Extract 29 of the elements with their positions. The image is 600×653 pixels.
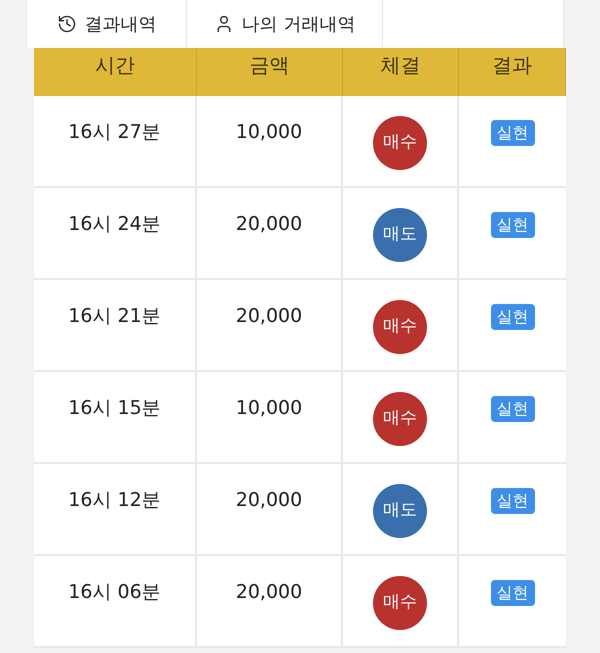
- column-header: 금액: [197, 48, 343, 96]
- table-cell: 20,000: [197, 280, 343, 370]
- table-cell: 20,000: [197, 464, 343, 554]
- table-cell: 10,000: [197, 96, 343, 186]
- result-badge: 실현: [490, 304, 534, 330]
- result-badge: 실현: [490, 212, 534, 238]
- table-cell: 16시 15분: [34, 372, 197, 462]
- trade-badge: 매수: [373, 300, 427, 354]
- trade-badge: 매도: [373, 208, 427, 262]
- result-badge: 실현: [490, 396, 534, 422]
- table-cell: 16시 06분: [34, 556, 197, 646]
- result-badge: 실현: [490, 580, 534, 606]
- column-header: 시간: [34, 48, 197, 96]
- table-cell: 20,000: [197, 556, 343, 646]
- table-cell: 20,000: [197, 188, 343, 278]
- table-cell: 16시 12분: [34, 464, 197, 554]
- table-cell: 16시 21분: [34, 280, 197, 370]
- result-badge: 실현: [490, 120, 534, 146]
- column-header: 체결: [343, 48, 459, 96]
- trade-badge: 매수: [373, 392, 427, 446]
- history-icon: [56, 14, 76, 34]
- result-badge: 실현: [490, 488, 534, 514]
- table-cell: 10,000: [197, 372, 343, 462]
- trade-badge: 매도: [373, 484, 427, 538]
- table-cell: 16시 24분: [34, 188, 197, 278]
- table-cell: 16시 27분: [34, 96, 197, 186]
- trade-badge: 매수: [373, 576, 427, 630]
- column-header: 결과: [459, 48, 566, 96]
- trade-badge: 매수: [373, 116, 427, 170]
